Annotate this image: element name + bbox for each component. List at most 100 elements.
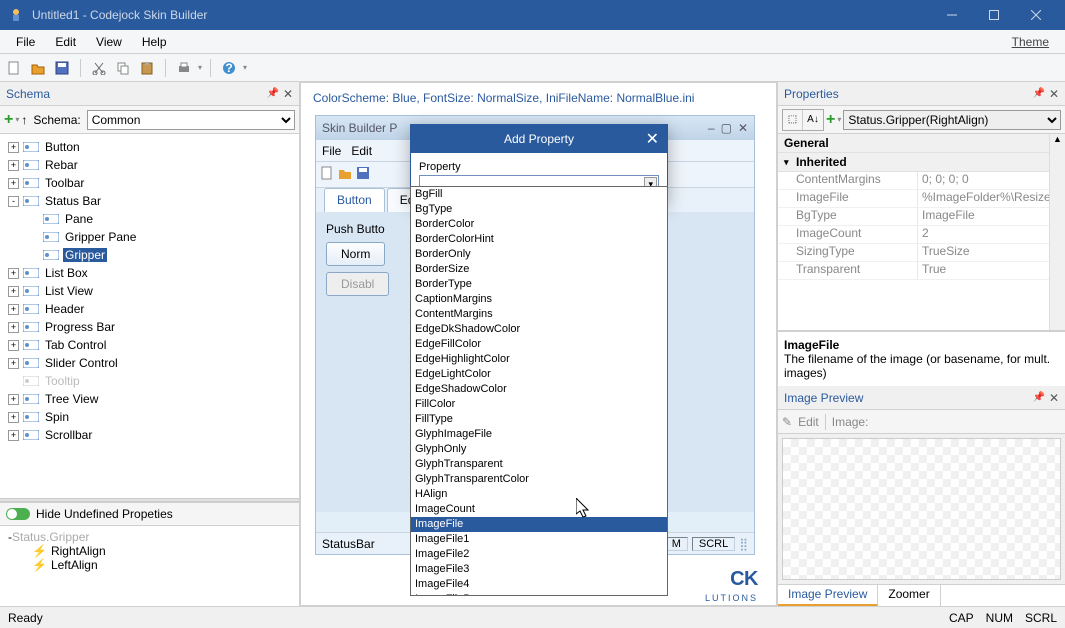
- panel-close-icon[interactable]: ✕: [1049, 87, 1059, 101]
- dropdown-option[interactable]: CaptionMargins: [411, 292, 667, 307]
- expand-icon[interactable]: +: [8, 304, 19, 315]
- dropdown-option[interactable]: ImageFile1: [411, 532, 667, 547]
- print-button[interactable]: [174, 58, 194, 78]
- tree-node[interactable]: ⚡RightAlign: [0, 544, 299, 558]
- dropdown-option[interactable]: BgType: [411, 202, 667, 217]
- tree-node[interactable]: -Status.Gripper: [0, 530, 299, 544]
- menu-help[interactable]: Help: [132, 33, 177, 51]
- tree-node[interactable]: +Slider Control: [0, 354, 299, 372]
- tree-node[interactable]: +List View: [0, 282, 299, 300]
- tree-node[interactable]: +Progress Bar: [0, 318, 299, 336]
- properties-combo[interactable]: Status.Gripper(RightAlign): [843, 110, 1061, 130]
- imgprev-edit-label[interactable]: Edit: [798, 415, 819, 429]
- expand-icon[interactable]: -: [8, 196, 19, 207]
- menu-view[interactable]: View: [86, 33, 132, 51]
- preview-open-icon[interactable]: [338, 166, 352, 183]
- gripper-icon[interactable]: ⣿: [739, 537, 748, 551]
- open-button[interactable]: [28, 58, 48, 78]
- schema-combo[interactable]: Common: [87, 110, 295, 130]
- add-button[interactable]: +: [4, 111, 13, 129]
- tree-node[interactable]: +Scrollbar: [0, 426, 299, 444]
- sort-alpha-icon[interactable]: A↓: [803, 110, 823, 130]
- tree-node[interactable]: Pane: [0, 210, 299, 228]
- pin-icon[interactable]: 📌: [1032, 88, 1044, 99]
- property-dropdown[interactable]: BgFillBgTypeBorderColorBorderColorHintBo…: [410, 186, 668, 596]
- tree-node[interactable]: +Spin: [0, 408, 299, 426]
- pin-icon[interactable]: 📌: [266, 88, 278, 99]
- dropdown-option[interactable]: ImageCount: [411, 502, 667, 517]
- dropdown-option[interactable]: ContentMargins: [411, 307, 667, 322]
- scrollbar[interactable]: ▲: [1049, 134, 1065, 330]
- dropdown-option[interactable]: BorderType: [411, 277, 667, 292]
- schema-tree[interactable]: +Button+Rebar+Toolbar-Status BarPaneGrip…: [0, 134, 299, 498]
- tree-node[interactable]: Gripper: [0, 246, 299, 264]
- dropdown-option[interactable]: BgFill: [411, 187, 667, 202]
- tree-node[interactable]: -Status Bar: [0, 192, 299, 210]
- tab-image-preview[interactable]: Image Preview: [778, 585, 878, 606]
- expand-icon[interactable]: +: [8, 340, 19, 351]
- tree-node[interactable]: Gripper Pane: [0, 228, 299, 246]
- category-inherited[interactable]: ▾Inherited: [778, 153, 1065, 172]
- expand-icon[interactable]: +: [8, 412, 19, 423]
- minimize-button[interactable]: [931, 0, 973, 30]
- paste-button[interactable]: [137, 58, 157, 78]
- dropdown-option[interactable]: ImageFile3: [411, 562, 667, 577]
- dropdown-option[interactable]: EdgeShadowColor: [411, 382, 667, 397]
- dropdown-option[interactable]: BorderOnly: [411, 247, 667, 262]
- tree-node[interactable]: +Rebar: [0, 156, 299, 174]
- panel-close-icon[interactable]: ✕: [1049, 391, 1059, 405]
- copy-button[interactable]: [113, 58, 133, 78]
- dropdown-option[interactable]: ImageFile5: [411, 592, 667, 596]
- expand-icon[interactable]: +: [8, 142, 19, 153]
- tree-node[interactable]: +Tab Control: [0, 336, 299, 354]
- sort-categorized-icon[interactable]: ⬚: [783, 110, 803, 130]
- menu-edit[interactable]: Edit: [45, 33, 86, 51]
- property-row[interactable]: SizingTypeTrueSize: [778, 244, 1065, 262]
- tree-node[interactable]: +Tree View: [0, 390, 299, 408]
- dropdown-option[interactable]: GlyphImageFile: [411, 427, 667, 442]
- property-row[interactable]: BgTypeImageFile: [778, 208, 1065, 226]
- maximize-button[interactable]: [973, 0, 1015, 30]
- property-value[interactable]: True: [918, 262, 1065, 279]
- dropdown-option[interactable]: ImageFile: [411, 517, 667, 532]
- property-value[interactable]: TrueSize: [918, 244, 1065, 261]
- dropdown-option[interactable]: FillColor: [411, 397, 667, 412]
- imgprev-edit-icon[interactable]: ✎: [782, 415, 792, 429]
- dropdown-option[interactable]: ImageFile2: [411, 547, 667, 562]
- tree-node[interactable]: ⚡LeftAlign: [0, 558, 299, 572]
- menu-theme[interactable]: Theme: [1002, 33, 1059, 51]
- preview-new-icon[interactable]: [320, 166, 334, 183]
- property-value[interactable]: 2: [918, 226, 1065, 243]
- pin-icon[interactable]: 📌: [1032, 392, 1044, 403]
- property-row[interactable]: ImageCount2: [778, 226, 1065, 244]
- property-row[interactable]: ImageFile%ImageFolder%\Resize: [778, 190, 1065, 208]
- dropdown-option[interactable]: BorderSize: [411, 262, 667, 277]
- preview-menu-edit[interactable]: Edit: [351, 144, 372, 158]
- property-row[interactable]: ContentMargins0; 0; 0; 0: [778, 172, 1065, 190]
- dropdown-option[interactable]: EdgeDkShadowColor: [411, 322, 667, 337]
- expand-icon[interactable]: +: [8, 394, 19, 405]
- hide-undefined-toggle[interactable]: [6, 508, 30, 520]
- preview-close-icon[interactable]: ✕: [738, 121, 748, 135]
- dropdown-option[interactable]: HAlign: [411, 487, 667, 502]
- preview-tab-button[interactable]: Button: [324, 188, 385, 212]
- dropdown-option[interactable]: ImageFile4: [411, 577, 667, 592]
- tree-node[interactable]: +Toolbar: [0, 174, 299, 192]
- dropdown-option[interactable]: BorderColor: [411, 217, 667, 232]
- dropdown-option[interactable]: GlyphTransparentColor: [411, 472, 667, 487]
- save-button[interactable]: [52, 58, 72, 78]
- new-button[interactable]: [4, 58, 24, 78]
- tree-node[interactable]: +Button: [0, 138, 299, 156]
- menu-file[interactable]: File: [6, 33, 45, 51]
- tree-node[interactable]: Tooltip: [0, 372, 299, 390]
- expand-icon[interactable]: +: [8, 160, 19, 171]
- up-button[interactable]: ↑: [21, 113, 27, 127]
- dropdown-option[interactable]: GlyphOnly: [411, 442, 667, 457]
- dropdown-option[interactable]: EdgeFillColor: [411, 337, 667, 352]
- cut-button[interactable]: [89, 58, 109, 78]
- expand-icon[interactable]: +: [8, 268, 19, 279]
- dropdown-option[interactable]: EdgeLightColor: [411, 367, 667, 382]
- tree-node[interactable]: +Header: [0, 300, 299, 318]
- sort-buttons[interactable]: ⬚ A↓: [782, 109, 824, 131]
- expand-icon[interactable]: +: [8, 178, 19, 189]
